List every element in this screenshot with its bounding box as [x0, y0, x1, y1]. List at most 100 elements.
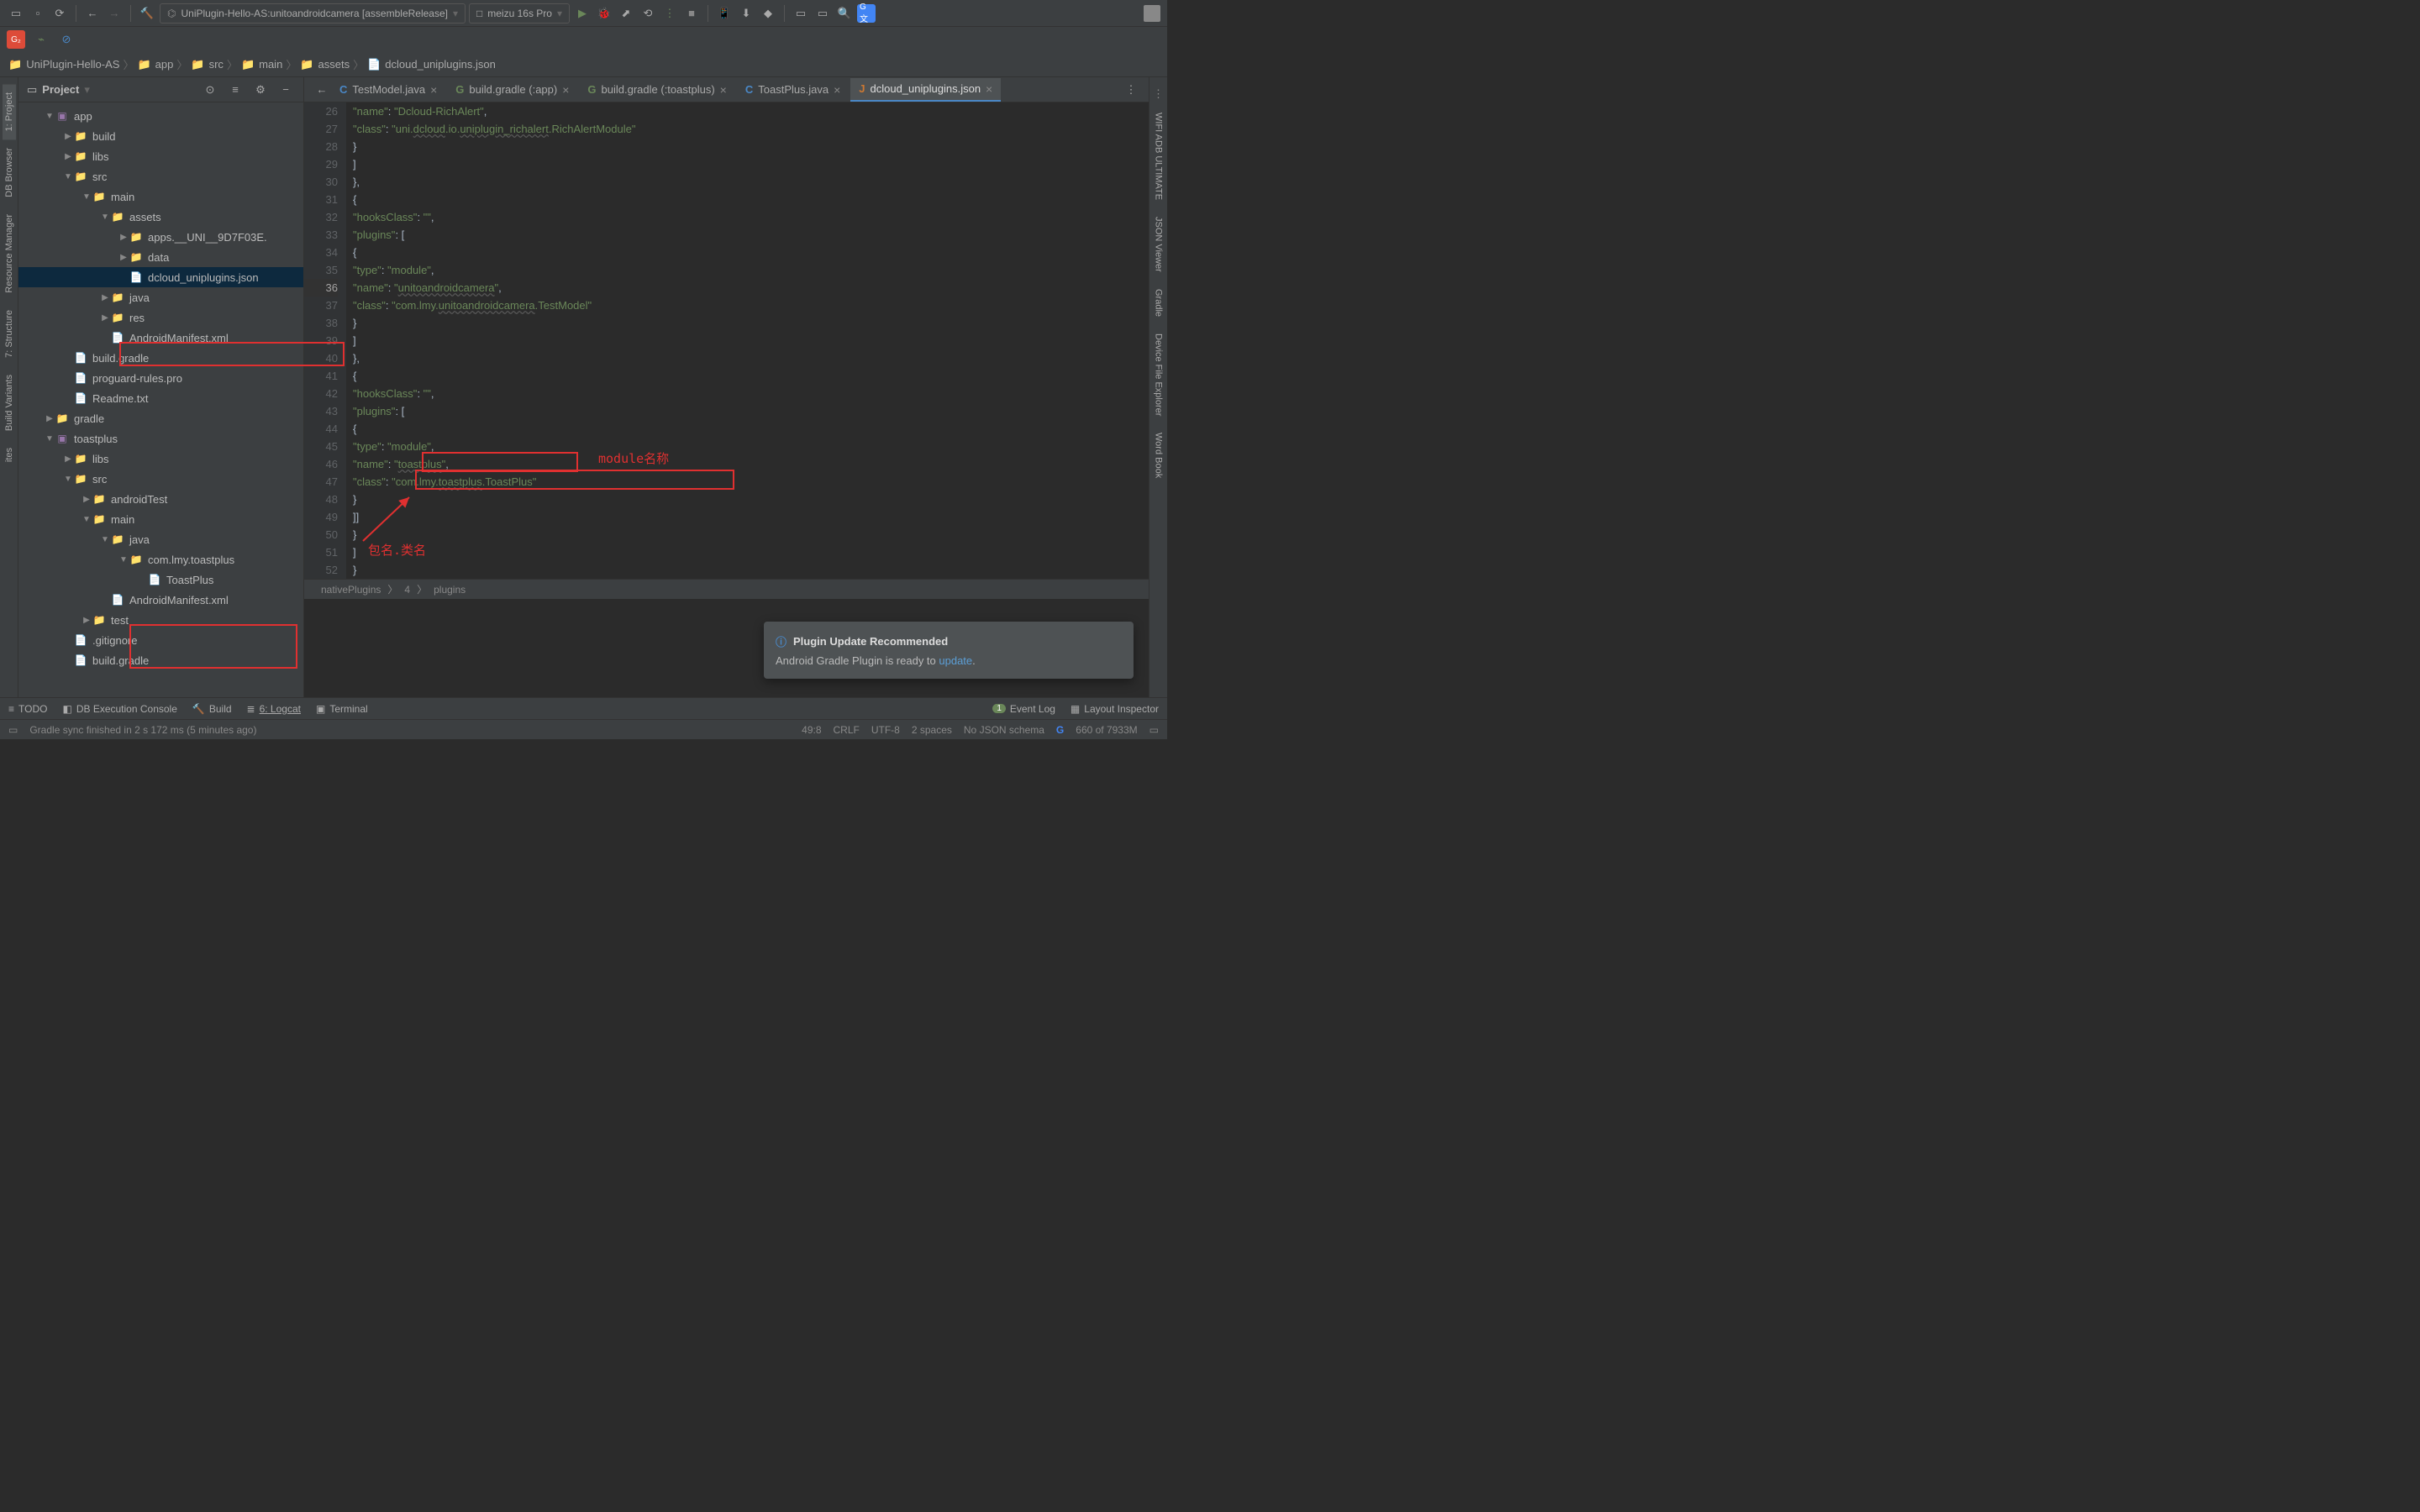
- gutter-tab-wifi[interactable]: WIFI ADB ULTIMATE: [1152, 104, 1165, 208]
- tree-item-com-lmy-toastplus[interactable]: ▼📁com.lmy.toastplus: [18, 549, 303, 570]
- run-icon[interactable]: ▶: [573, 4, 592, 23]
- close-icon[interactable]: ×: [986, 82, 992, 96]
- layout-inspector-button[interactable]: ▦ Layout Inspector: [1071, 703, 1159, 715]
- profile-icon[interactable]: ⟲: [639, 4, 657, 23]
- gutter-tab-json[interactable]: JSON Viewer: [1152, 208, 1165, 281]
- breadcrumb-item[interactable]: 📁 app: [137, 58, 173, 71]
- tree-item-src[interactable]: ▼📁src: [18, 469, 303, 489]
- attach-icon[interactable]: ⋮: [660, 4, 679, 23]
- breadcrumb-item[interactable]: 📁 main: [241, 58, 282, 71]
- avd-icon[interactable]: 📱: [715, 4, 734, 23]
- tree-item-main[interactable]: ▼📁main: [18, 509, 303, 529]
- device-selector[interactable]: □ meizu 16s Pro ▾: [469, 3, 570, 24]
- tree-item-gradle[interactable]: ▶📁gradle: [18, 408, 303, 428]
- pulse-icon[interactable]: ⌁: [32, 30, 50, 49]
- breadcrumb-item[interactable]: 📄 dcloud_uniplugins.json: [367, 58, 496, 71]
- close-icon[interactable]: ×: [720, 83, 727, 97]
- hide-icon[interactable]: −: [276, 81, 295, 99]
- tree-item-java[interactable]: ▼📁java: [18, 529, 303, 549]
- tree-item-res[interactable]: ▶📁res: [18, 307, 303, 328]
- project-tree[interactable]: ▼▣app▶📁build▶📁libs▼📁src▼📁main▼📁assets▶📁a…: [18, 102, 303, 697]
- tree-item-dcloud-uniplugins-json[interactable]: 📄dcloud_uniplugins.json: [18, 267, 303, 287]
- g-icon[interactable]: G₂: [7, 30, 25, 49]
- status-schema[interactable]: No JSON schema: [964, 724, 1044, 736]
- code-editor[interactable]: "name": "Dcloud-RichAlert", "class": "un…: [346, 102, 1149, 579]
- tabs-menu-icon[interactable]: ⋮: [1122, 81, 1140, 99]
- gutter-tab-project[interactable]: 1: Project: [3, 84, 16, 139]
- target-icon[interactable]: ⊙: [201, 81, 219, 99]
- close-icon[interactable]: ×: [834, 83, 840, 97]
- terminal-button[interactable]: ▣ Terminal: [316, 703, 368, 715]
- tree-item--gitignore[interactable]: 📄.gitignore: [18, 630, 303, 650]
- status-mem[interactable]: 660 of 7933M: [1076, 724, 1137, 736]
- tree-item-app[interactable]: ▼▣app: [18, 106, 303, 126]
- translate-icon[interactable]: G文: [857, 4, 876, 23]
- status-enc[interactable]: UTF-8: [871, 724, 900, 736]
- db-console-button[interactable]: ◧ DB Execution Console: [62, 703, 176, 715]
- no-entry-icon[interactable]: ⊘: [57, 30, 76, 49]
- gutter-tab-word[interactable]: Word Book: [1152, 424, 1165, 486]
- tree-item-libs[interactable]: ▶📁libs: [18, 146, 303, 166]
- resource-icon[interactable]: ◆: [759, 4, 777, 23]
- tree-item-readme-txt[interactable]: 📄Readme.txt: [18, 388, 303, 408]
- open-icon[interactable]: ▭: [7, 4, 25, 23]
- editor-tab[interactable]: Jdcloud_uniplugins.json×: [850, 78, 1001, 102]
- tabs-prev-icon[interactable]: ←: [313, 81, 331, 99]
- editor-tab[interactable]: Gbuild.gradle (:toastplus)×: [579, 78, 734, 102]
- gear-icon[interactable]: ⚙: [251, 81, 270, 99]
- tree-item-build[interactable]: ▶📁build: [18, 126, 303, 146]
- gutter-tab-structure[interactable]: 7: Structure: [3, 302, 16, 366]
- tree-item-apps---uni--9d7f03e-[interactable]: ▶📁apps.__UNI__9D7F03E.: [18, 227, 303, 247]
- forward-icon[interactable]: →: [105, 4, 124, 23]
- update-notification[interactable]: ⓘ Plugin Update Recommended Android Grad…: [764, 622, 1134, 679]
- tree-item-libs[interactable]: ▶📁libs: [18, 449, 303, 469]
- gutter-tab-gradle[interactable]: Gradle: [1152, 281, 1165, 325]
- tree-item-src[interactable]: ▼📁src: [18, 166, 303, 186]
- tree-item-build-gradle[interactable]: 📄build.gradle: [18, 348, 303, 368]
- todo-button[interactable]: ≡ TODO: [8, 703, 47, 715]
- gutter-tab-variants[interactable]: Build Variants: [3, 366, 16, 439]
- tree-item-androidmanifest-xml[interactable]: 📄AndroidManifest.xml: [18, 590, 303, 610]
- gutter-tab-db[interactable]: DB Browser: [3, 139, 16, 206]
- gutter-tab-ites[interactable]: ites: [3, 439, 16, 470]
- status-pos[interactable]: 49:8: [802, 724, 821, 736]
- tree-item-assets[interactable]: ▼📁assets: [18, 207, 303, 227]
- sync-icon[interactable]: ⟳: [50, 4, 69, 23]
- build-icon[interactable]: 🔨: [138, 4, 156, 23]
- close-icon[interactable]: ×: [430, 83, 437, 97]
- editor-tab[interactable]: CTestModel.java×: [331, 78, 445, 102]
- stop-icon[interactable]: ■: [682, 4, 701, 23]
- logcat-button[interactable]: ≣ 6: Logcat: [247, 703, 301, 715]
- editor-tab[interactable]: CToastPlus.java×: [737, 78, 849, 102]
- collapse-icon[interactable]: ≡: [226, 81, 245, 99]
- capture2-icon[interactable]: ▭: [813, 4, 832, 23]
- breadcrumb-item[interactable]: 📁 UniPlugin-Hello-AS: [8, 58, 119, 71]
- tree-item-test[interactable]: ▶📁test: [18, 610, 303, 630]
- tree-item-main[interactable]: ▼📁main: [18, 186, 303, 207]
- search-icon[interactable]: 🔍: [835, 4, 854, 23]
- avatar[interactable]: [1144, 5, 1160, 22]
- tree-item-toastplus[interactable]: ▼▣toastplus: [18, 428, 303, 449]
- tree-item-data[interactable]: ▶📁data: [18, 247, 303, 267]
- tree-item-androidtest[interactable]: ▶📁androidTest: [18, 489, 303, 509]
- run-config-selector[interactable]: ⌬ UniPlugin-Hello-AS:unitoandroidcamera …: [160, 3, 466, 24]
- gutter-tab-resource[interactable]: Resource Manager: [3, 206, 16, 302]
- close-icon[interactable]: ×: [562, 83, 569, 97]
- tree-item-androidmanifest-xml[interactable]: 📄AndroidManifest.xml: [18, 328, 303, 348]
- gutter-tab-device[interactable]: Device File Explorer: [1152, 325, 1165, 424]
- sdk-icon[interactable]: ⬇: [737, 4, 755, 23]
- status-eol[interactable]: CRLF: [834, 724, 860, 736]
- editor-tab[interactable]: Gbuild.gradle (:app)×: [447, 78, 577, 102]
- save-icon[interactable]: ▫: [29, 4, 47, 23]
- debug-icon[interactable]: 🐞: [595, 4, 613, 23]
- tree-item-toastplus[interactable]: 📄ToastPlus: [18, 570, 303, 590]
- tree-item-build-gradle[interactable]: 📄build.gradle: [18, 650, 303, 670]
- coverage-icon[interactable]: ⬈: [617, 4, 635, 23]
- status-indent[interactable]: 2 spaces: [912, 724, 952, 736]
- breadcrumb-item[interactable]: 📁 assets: [300, 58, 350, 71]
- tree-item-proguard-rules-pro[interactable]: 📄proguard-rules.pro: [18, 368, 303, 388]
- capture-icon[interactable]: ▭: [792, 4, 810, 23]
- breadcrumb-item[interactable]: 📁 src: [191, 58, 224, 71]
- tree-item-java[interactable]: ▶📁java: [18, 287, 303, 307]
- event-log-button[interactable]: 1 Event Log: [992, 703, 1055, 715]
